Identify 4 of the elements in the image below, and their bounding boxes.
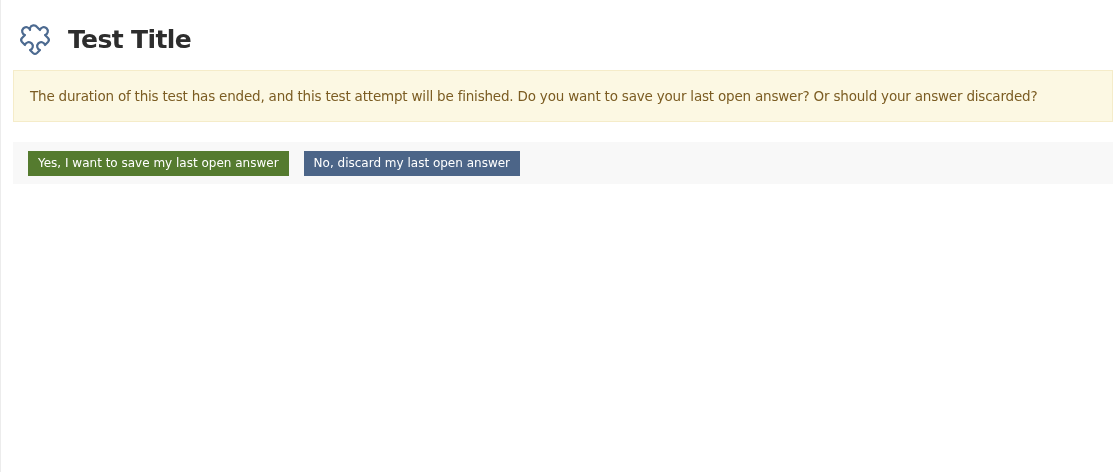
discard-button[interactable]: No, discard my last open answer: [303, 150, 521, 176]
save-button[interactable]: Yes, I want to save my last open answer: [28, 150, 289, 176]
page-title: Test Title: [68, 24, 192, 57]
warning-message: The duration of this test has ended, and this test attempt will be finished. Do you want to save your last open answer? Or should your answer discarded?: [30, 86, 1038, 106]
